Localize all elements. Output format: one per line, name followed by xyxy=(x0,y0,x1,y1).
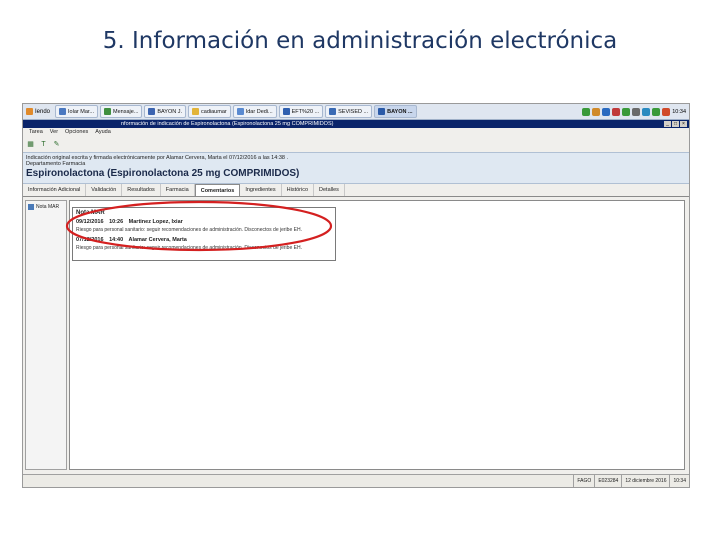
tab-historico[interactable]: Histórico xyxy=(282,184,315,196)
tray-icon[interactable] xyxy=(622,107,631,116)
tab-resultados[interactable]: Resultados xyxy=(122,184,161,196)
taskbar-item-0[interactable]: Iolar Mar... xyxy=(55,105,98,118)
mail-icon xyxy=(104,108,111,115)
note-time: 10:26 xyxy=(109,219,124,225)
note-author: Martinez Lopez, Ixiar xyxy=(128,219,183,225)
tray-icon[interactable] xyxy=(582,107,591,116)
mar-notes-box: Nota MAR 09/12/2016 10:26 Martinez Lopez… xyxy=(72,207,336,261)
note-text: Riesgo para personal sanitario: seguir r… xyxy=(76,227,302,233)
left-nav: Nota MAR xyxy=(25,200,67,470)
note-time: 14:40 xyxy=(109,237,124,243)
taskbar-item-6[interactable]: SEVISED ... xyxy=(325,105,373,118)
tray-icon[interactable] xyxy=(612,107,621,116)
tab-detalles[interactable]: Detalles xyxy=(314,184,345,196)
tray-icon[interactable] xyxy=(662,107,671,116)
tray-icon[interactable] xyxy=(632,107,641,116)
taskbar-label: cadiaumar xyxy=(201,108,227,115)
tray-icon[interactable] xyxy=(602,107,611,116)
menu-item[interactable]: Ver xyxy=(50,129,58,135)
tab-informacion-adicional[interactable]: Información Adicional xyxy=(23,184,87,196)
window-controls: _ □ × xyxy=(664,121,689,127)
status-user: FAGO xyxy=(573,475,594,487)
taskbar-item-2[interactable]: BAYON J. xyxy=(144,105,187,118)
system-tray: 10:34 xyxy=(582,107,689,116)
taskbar-label: EFT%20 ... xyxy=(291,108,320,115)
order-info-header: Indicación original escrita y firmada el… xyxy=(23,152,689,184)
taskbar-item-3[interactable]: cadiaumar xyxy=(188,105,231,118)
menu-item[interactable]: Tarea xyxy=(29,129,43,135)
menu-bar: Tarea Ver Opciones Ayuda xyxy=(23,128,689,136)
maximize-icon[interactable]: □ xyxy=(672,121,679,127)
grid-icon[interactable]: ▦ xyxy=(26,140,35,149)
status-code: E023284 xyxy=(594,475,621,487)
tray-icon[interactable] xyxy=(652,107,661,116)
screenshot: Iendo Iolar Mar... Mensaje... BAYON J. c… xyxy=(22,103,690,488)
document-icon xyxy=(329,108,337,115)
close-icon[interactable]: × xyxy=(680,121,687,127)
taskbar-item-4[interactable]: Idar Dedi... xyxy=(232,105,277,118)
taskbar-label: Mensaje... xyxy=(113,108,139,115)
note-date: 07/12/2016 xyxy=(76,237,104,243)
tab-ingredientes[interactable]: Ingredientes xyxy=(240,184,282,196)
status-bar: FAGO E023284 12 diciembre 2016 10:34 xyxy=(23,474,689,487)
status-time: 10:34 xyxy=(669,475,689,487)
note-date: 09/12/2016 xyxy=(76,219,104,225)
tray-icon[interactable] xyxy=(642,107,651,116)
note-author: Alamar Cervera, Marta xyxy=(128,237,187,243)
taskbar-item-7[interactable]: BAYON ... xyxy=(374,105,417,118)
folder-icon xyxy=(192,108,200,115)
app-icon xyxy=(148,108,156,115)
note-text: Riesgo para personal sanitario: seguir r… xyxy=(76,245,302,251)
tab-comentarios[interactable]: Comentarios xyxy=(194,184,241,196)
taskbar-label: Idar Dedi... xyxy=(245,108,273,115)
toolbar: ▦ T ✎ xyxy=(23,138,689,150)
document-icon xyxy=(236,108,244,115)
tab-validacion[interactable]: Validación xyxy=(86,184,123,196)
comments-panel: Nota MAR 09/12/2016 10:26 Martinez Lopez… xyxy=(65,200,685,470)
nav-item-nota-mar[interactable]: Nota MAR xyxy=(26,201,66,213)
app-icon xyxy=(59,108,67,115)
taskbar-label: Iolar Mar... xyxy=(68,108,94,115)
drug-name: Espironolactona (Espironolactona 25 mg C… xyxy=(26,168,300,179)
notes-title: Nota MAR xyxy=(76,210,105,216)
department-line: Departamento Farmacia xyxy=(26,161,86,167)
tab-farmacia[interactable]: Farmacia xyxy=(161,184,195,196)
menu-item[interactable]: Ayuda xyxy=(95,129,111,135)
signature-icon[interactable]: ✎ xyxy=(52,140,61,149)
tray-icon[interactable] xyxy=(592,107,601,116)
tab-strip: Información Adicional Validación Resulta… xyxy=(23,184,689,197)
taskbar-label: SEVISED ... xyxy=(338,108,369,115)
document-icon xyxy=(282,108,290,115)
status-date: 12 diciembre 2016 xyxy=(621,475,669,487)
clock: 10:34 xyxy=(672,108,686,115)
start-label: Iendo xyxy=(35,108,51,115)
taskbar: Iendo Iolar Mar... Mensaje... BAYON J. c… xyxy=(23,104,689,120)
start-icon xyxy=(26,108,33,115)
slide-title: 5. Información en administración electró… xyxy=(102,28,618,54)
taskbar-item-1[interactable]: Mensaje... xyxy=(100,105,143,118)
text-icon[interactable]: T xyxy=(39,140,48,149)
note-icon xyxy=(28,204,34,210)
menu-item[interactable]: Opciones xyxy=(65,129,88,135)
taskbar-item-5[interactable]: EFT%20 ... xyxy=(278,105,324,118)
nav-label: Nota MAR xyxy=(36,204,60,210)
note-header: 07/12/2016 14:40 Alamar Cervera, Marta xyxy=(76,237,187,243)
note-header: 09/12/2016 10:26 Martinez Lopez, Ixiar xyxy=(76,219,183,225)
start-button[interactable]: Iendo xyxy=(23,105,53,118)
app-icon xyxy=(378,108,386,115)
window-title: nformación de indicación de Espironolact… xyxy=(121,121,334,127)
taskbar-label: BAYON J. xyxy=(157,108,183,115)
window-title-bar: nformación de indicación de Espironolact… xyxy=(23,120,689,128)
minimize-icon[interactable]: _ xyxy=(664,121,671,127)
taskbar-label: BAYON ... xyxy=(387,108,413,115)
